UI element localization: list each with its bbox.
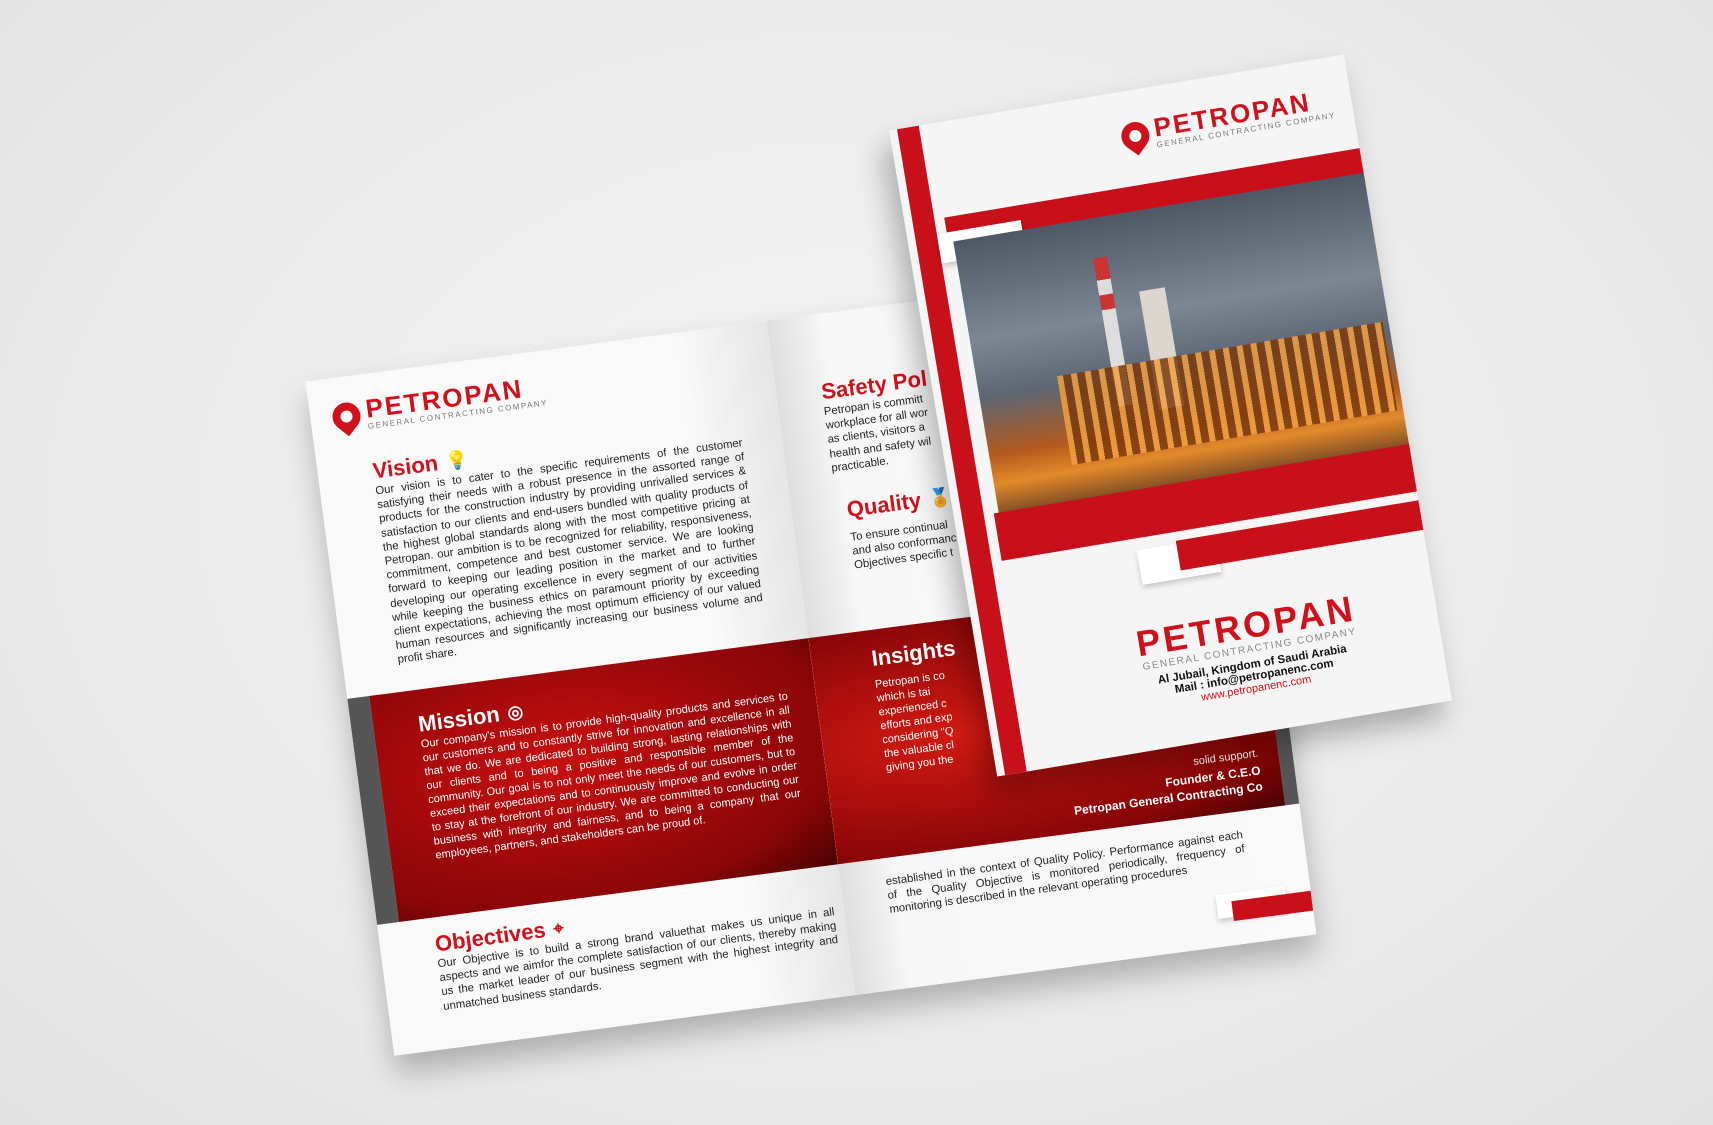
- brand-logo: PETROPAN GENERAL CONTRACTING COMPANY: [326, 372, 548, 436]
- signature: Founder & C.E.O Petropan General Contrac…: [1071, 762, 1264, 819]
- lightbulb-icon: 💡: [444, 448, 470, 472]
- cover-top-logo: PETROPAN GENERAL CONTRACTING COMPANY: [1115, 85, 1336, 156]
- vision-section: Vision 💡 Our vision is to cater to the sp…: [371, 410, 765, 667]
- mission-panel: Mission ◎ Our company's mission is to pro…: [347, 638, 839, 925]
- cover-contact-block: PETROPAN GENERAL CONTRACTING COMPANY Al …: [1129, 587, 1370, 714]
- logo-pin-icon: [1115, 116, 1155, 156]
- logo-pin-icon: [326, 396, 367, 436]
- quality-title: Quality: [845, 487, 923, 522]
- left-page: PETROPAN GENERAL CONTRACTING COMPANY Vis…: [305, 320, 856, 1056]
- target-icon: ◎: [506, 700, 525, 723]
- crosshair-icon: ⌖: [552, 917, 565, 939]
- mission-section: Mission ◎ Our company's mission is to pro…: [417, 664, 804, 863]
